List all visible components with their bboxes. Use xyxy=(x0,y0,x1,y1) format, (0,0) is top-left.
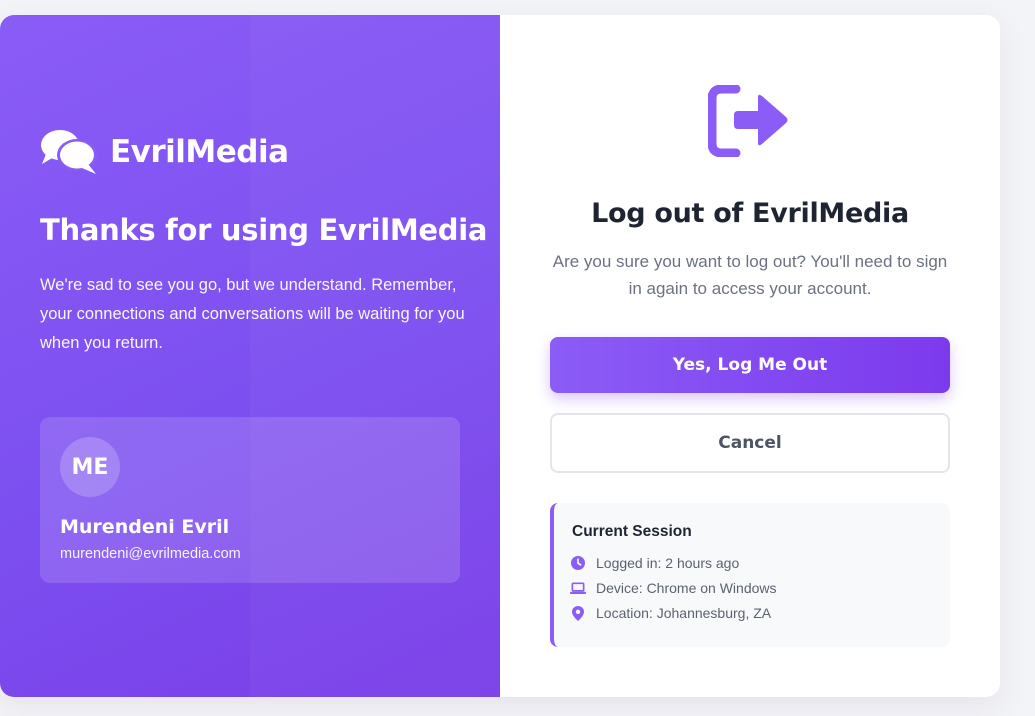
clock-icon xyxy=(570,555,586,571)
logout-card: EvrilMedia Thanks for using EvrilMedia W… xyxy=(0,15,1000,697)
session-location-text: Location: Johannesburg, ZA xyxy=(596,605,772,621)
dialog-subtitle: Are you sure you want to log out? You'll… xyxy=(552,252,948,298)
session-info: Current Session Logged in: 2 hours ago D… xyxy=(550,503,950,647)
user-email: murendeni@evrilmedia.com xyxy=(60,546,241,562)
confirm-logout-button[interactable]: Yes, Log Me Out xyxy=(550,337,950,393)
avatar: ME xyxy=(60,437,120,497)
session-location: Location: Johannesburg, ZA xyxy=(570,605,771,621)
brand-name: EvrilMedia xyxy=(110,134,289,170)
cancel-button[interactable]: Cancel xyxy=(550,413,950,473)
map-pin-icon xyxy=(570,605,586,621)
chat-bubbles-icon xyxy=(41,130,97,174)
sign-out-icon xyxy=(708,85,788,157)
user-card: ME Murendeni Evril murendeni@evrilmedia.… xyxy=(40,417,460,583)
user-name: Murendeni Evril xyxy=(60,516,230,538)
session-device: Device: Chrome on Windows xyxy=(570,580,777,596)
farewell-panel: EvrilMedia Thanks for using EvrilMedia W… xyxy=(0,15,500,697)
dialog-title: Log out of EvrilMedia xyxy=(591,198,909,229)
brand-logo: EvrilMedia xyxy=(40,128,289,176)
logout-dialog: Log out of EvrilMedia Are you sure you w… xyxy=(500,15,1000,697)
session-title: Current Session xyxy=(572,523,692,540)
laptop-icon xyxy=(570,580,586,596)
session-logged-in: Logged in: 2 hours ago xyxy=(570,555,739,571)
farewell-message: We're sad to see you go, but we understa… xyxy=(40,276,465,352)
session-logged-in-text: Logged in: 2 hours ago xyxy=(596,555,740,571)
session-device-text: Device: Chrome on Windows xyxy=(596,580,777,596)
farewell-heading: Thanks for using EvrilMedia xyxy=(40,213,488,247)
